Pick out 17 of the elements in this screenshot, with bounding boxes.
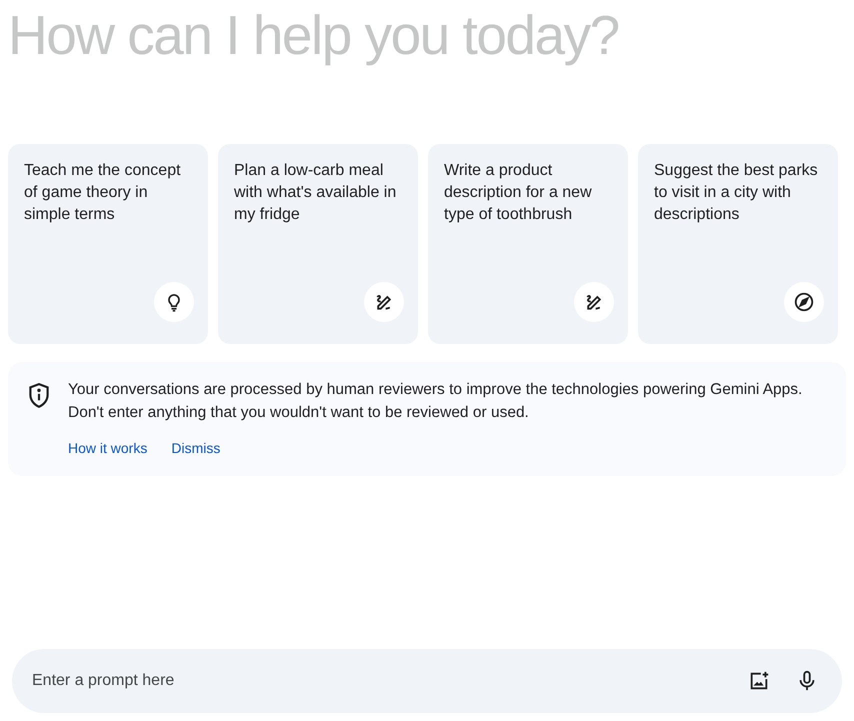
suggestion-text: Suggest the best parks to visit in a city with descriptions: [654, 161, 819, 225]
notice-text: Your conversations are processed by human reviewers to improve the technologies powering Gemini Apps. Don't enter anything that you wouldn't want to be reviewed or used.: [68, 380, 804, 423]
suggestion-card[interactable]: Suggest the best parks to visit in a city with descriptions: [638, 144, 838, 344]
prompt-field[interactable]: Enter a prompt here: [12, 649, 842, 713]
suggestion-card[interactable]: Teach me the concept of game theory in simple terms: [8, 144, 208, 344]
add-image-icon[interactable]: [748, 670, 770, 692]
suggestion-text: Write a product description for a new type of toothbrush: [444, 161, 593, 225]
greeting-heading: How can I help you today?: [8, 3, 620, 68]
pencil-icon: [374, 292, 394, 312]
suggestion-card[interactable]: Write a product description for a new type of toothbrush: [428, 144, 628, 344]
suggestion-text: Plan a low-carb meal with what's available in my fridge: [234, 161, 398, 225]
suggestion-card[interactable]: Plan a low-carb meal with what's available in my fridge: [218, 144, 418, 344]
suggestion-text: Teach me the concept of game theory in simple terms: [24, 161, 182, 225]
pencil-icon: [584, 292, 604, 312]
notice-link[interactable]: How it works: [68, 440, 148, 456]
compass-icon: [793, 291, 815, 313]
notice-link[interactable]: Dismiss: [171, 440, 220, 456]
